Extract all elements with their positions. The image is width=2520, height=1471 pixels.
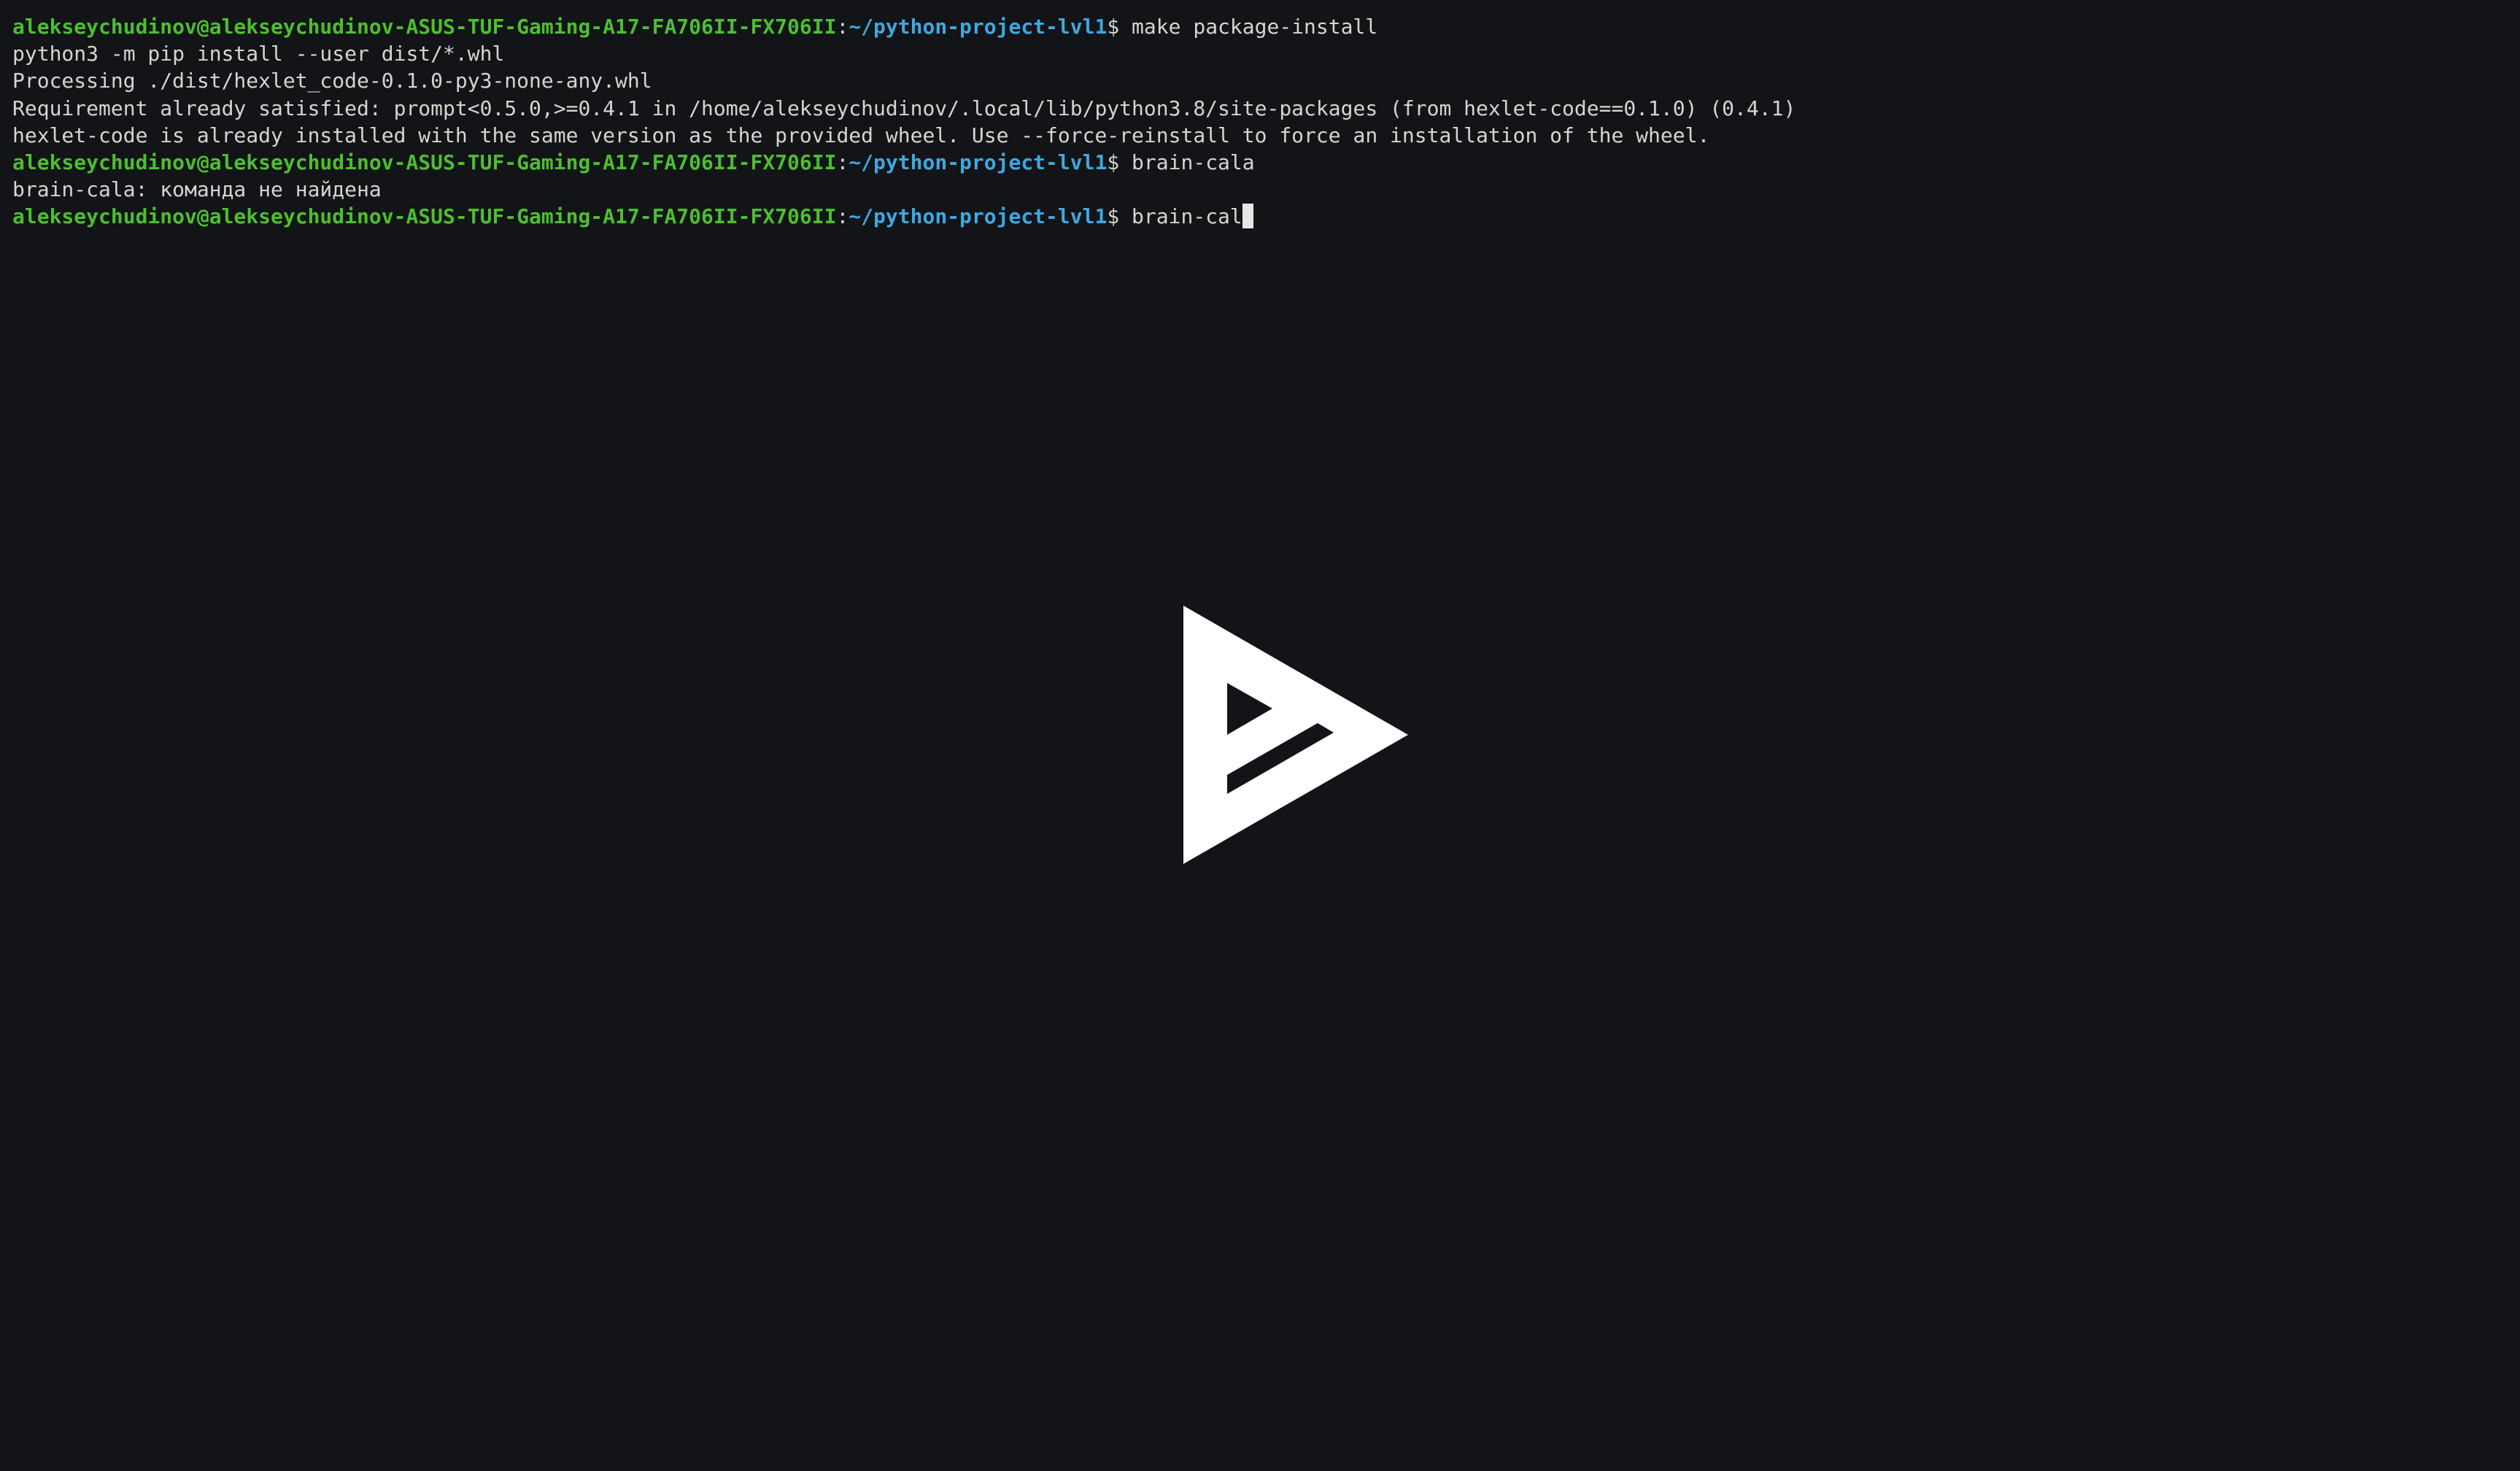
command-text: brain-cala (1132, 150, 1255, 174)
prompt-line-2: alekseychudinov@alekseychudinov-ASUS-TUF… (12, 149, 1796, 176)
prompt-user-host: alekseychudinov@alekseychudinov-ASUS-TUF… (12, 150, 837, 174)
play-logo-icon[interactable] (1183, 606, 1408, 864)
prompt-user-host: alekseychudinov@alekseychudinov-ASUS-TUF… (12, 204, 837, 229)
prompt-symbol: $ (1107, 150, 1120, 174)
output-line: Processing ./dist/hexlet_code-0.1.0-py3-… (12, 69, 652, 93)
prompt-separator: : (836, 150, 849, 174)
prompt-separator: : (836, 204, 849, 229)
prompt-path: ~/python-project-lvl1 (849, 150, 1108, 174)
prompt-path: ~/python-project-lvl1 (849, 15, 1108, 39)
prompt-separator: : (836, 15, 849, 39)
terminal-output: alekseychudinov@alekseychudinov-ASUS-TUF… (12, 13, 1796, 231)
command-input[interactable]: brain-cal (1132, 204, 1242, 228)
prompt-user-host: alekseychudinov@alekseychudinov-ASUS-TUF… (12, 15, 837, 39)
prompt-line-1: alekseychudinov@alekseychudinov-ASUS-TUF… (12, 13, 1796, 40)
output-line: Requirement already satisfied: prompt<0.… (12, 96, 1796, 120)
prompt-path: ~/python-project-lvl1 (849, 204, 1108, 229)
text-cursor (1242, 204, 1253, 229)
terminal-window[interactable]: alekseychudinov@alekseychudinov-ASUS-TUF… (0, 0, 2520, 1471)
prompt-symbol: $ (1107, 204, 1120, 229)
error-output-line: brain-cala: команда не найдена (12, 177, 382, 202)
prompt-symbol: $ (1107, 15, 1120, 39)
command-text: make package-install (1132, 15, 1378, 39)
output-line: hexlet-code is already installed with th… (12, 123, 1710, 147)
output-line: python3 -m pip install --user dist/*.whl (12, 42, 505, 66)
prompt-line-current: alekseychudinov@alekseychudinov-ASUS-TUF… (12, 203, 1796, 230)
